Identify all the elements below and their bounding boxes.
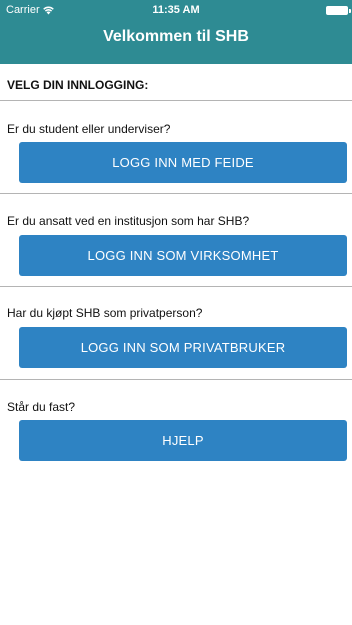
help-section: Står du fast? HJELP xyxy=(0,380,352,461)
question-label: Er du student eller underviser? xyxy=(7,122,171,136)
status-time: 11:35 AM xyxy=(152,4,200,16)
login-section-feide: Er du student eller underviser? LOGG INN… xyxy=(0,101,352,194)
question-label: Er du ansatt ved en institusjon som har … xyxy=(7,214,250,228)
help-button[interactable]: HJELP xyxy=(19,420,347,461)
page-title: Velkommen til SHB xyxy=(103,28,249,45)
login-organization-button[interactable]: LOGG INN SOM VIRKSOMHET xyxy=(19,235,347,276)
header: Carrier 11:35 AM Velkommen til SHB xyxy=(0,0,352,64)
question-label: Står du fast? xyxy=(7,400,76,414)
status-bar: Carrier 11:35 AM xyxy=(0,0,352,20)
login-heading: VELG DIN INNLOGGING: xyxy=(0,64,352,101)
question-label: Har du kjøpt SHB som privatperson? xyxy=(7,306,203,320)
login-heading-label: VELG DIN INNLOGGING: xyxy=(7,78,149,92)
battery-icon xyxy=(326,6,351,15)
login-section-organization: Er du ansatt ved en institusjon som har … xyxy=(0,194,352,287)
login-private-button[interactable]: LOGG INN SOM PRIVATBRUKER xyxy=(19,327,347,368)
login-feide-button[interactable]: LOGG INN MED FEIDE xyxy=(19,142,347,183)
login-section-private: Har du kjøpt SHB som privatperson? LOGG … xyxy=(0,287,352,380)
app-screen: Carrier 11:35 AM Velkommen til SHB VELG … xyxy=(0,0,352,625)
